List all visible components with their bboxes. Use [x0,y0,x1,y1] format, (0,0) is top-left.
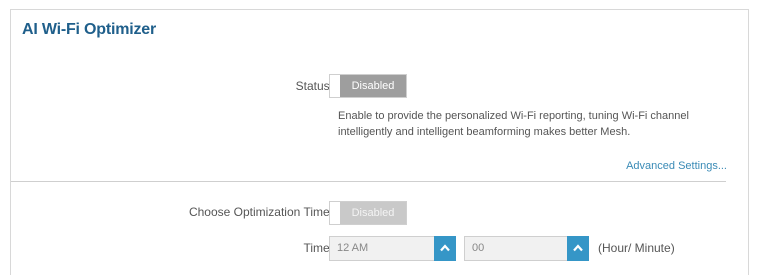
status-label: Status: [295,79,333,93]
optimization-toggle-state: Disabled [340,202,406,224]
section-divider [11,181,726,182]
minute-select[interactable]: 00 [464,236,589,261]
minute-value: 00 [472,242,485,254]
status-description: Enable to provide the personalized Wi-Fi… [338,110,689,138]
status-toggle-state: Disabled [340,75,406,97]
page-title: AI Wi-Fi Optimizer [22,21,157,38]
minute-dropdown-button[interactable] [567,236,589,261]
chevron-up-icon [440,244,450,252]
hour-value: 12 AM [337,242,369,254]
status-toggle[interactable]: Disabled [329,74,407,98]
time-unit-hint: (Hour/ Minute) [598,241,675,255]
hour-select[interactable]: 12 AM [329,236,456,261]
optimization-time-label: Choose Optimization Time: [188,205,333,219]
hour-dropdown-button[interactable] [434,236,456,261]
optimization-time-toggle[interactable]: Disabled [329,201,407,225]
chevron-up-icon [573,244,583,252]
advanced-settings-link[interactable]: Advanced Settings... [626,160,727,172]
ai-wifi-optimizer-panel: AI Wi-Fi Optimizer Status: Disabled Enab… [10,9,749,275]
